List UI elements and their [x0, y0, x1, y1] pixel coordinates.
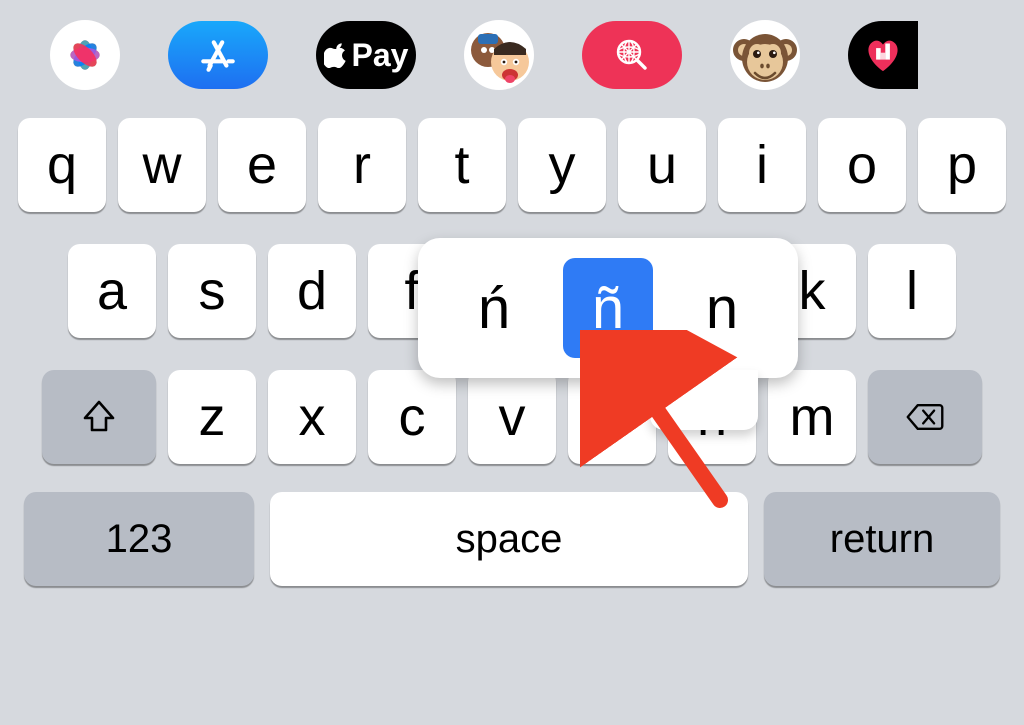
key-label: b [597, 386, 627, 448]
imessage-app-strip: Pay [0, 0, 1024, 110]
accent-character-popup: ń ñ n [418, 238, 798, 378]
key-r[interactable]: r [318, 118, 406, 212]
accent-option-n-tilde[interactable]: ñ [563, 258, 653, 358]
key-row-bottom: 123 space return [0, 492, 1024, 586]
accent-label: n [706, 275, 738, 342]
accent-option-n-plain[interactable]: n [677, 258, 767, 358]
key-label: x [299, 386, 326, 448]
key-row-3: z x c v b n m [0, 370, 1024, 464]
key-label: t [454, 134, 469, 196]
key-label: d [297, 260, 327, 322]
key-label: k [799, 260, 826, 322]
numeric-switch-key[interactable]: 123 [24, 492, 254, 586]
key-label: space [456, 517, 563, 562]
appstore-icon[interactable] [168, 21, 268, 89]
space-key[interactable]: space [270, 492, 748, 586]
key-label: r [353, 134, 371, 196]
key-c[interactable]: c [368, 370, 456, 464]
accent-label: ń [478, 275, 510, 342]
key-label: s [199, 260, 226, 322]
key-m[interactable]: m [768, 370, 856, 464]
key-x[interactable]: x [268, 370, 356, 464]
photos-icon[interactable] [50, 20, 120, 90]
accent-option-n-acute[interactable]: ń [449, 258, 539, 358]
key-l[interactable]: l [868, 244, 956, 338]
applepay-icon[interactable]: Pay [316, 21, 416, 89]
key-label: y [549, 134, 576, 196]
shift-icon [79, 397, 119, 437]
key-t[interactable]: t [418, 118, 506, 212]
key-label: return [830, 517, 935, 562]
key-label: a [97, 260, 127, 322]
key-label: v [499, 386, 526, 448]
memoji-icon[interactable] [464, 20, 534, 90]
return-key[interactable]: return [764, 492, 1000, 586]
key-s[interactable]: s [168, 244, 256, 338]
images-search-icon[interactable] [582, 21, 682, 89]
key-o[interactable]: o [818, 118, 906, 212]
key-row-1: q w e r t y u i o p [0, 118, 1024, 212]
key-u[interactable]: u [618, 118, 706, 212]
key-label: m [790, 386, 835, 448]
accent-label: ñ [592, 275, 624, 342]
applepay-label: Pay [352, 37, 409, 74]
key-z[interactable]: z [168, 370, 256, 464]
key-label: l [906, 260, 918, 322]
key-label: i [756, 134, 768, 196]
key-d[interactable]: d [268, 244, 356, 338]
key-p[interactable]: p [918, 118, 1006, 212]
key-label: z [199, 386, 226, 448]
key-label: q [47, 134, 77, 196]
key-label: o [847, 134, 877, 196]
key-i[interactable]: i [718, 118, 806, 212]
key-q[interactable]: q [18, 118, 106, 212]
key-v[interactable]: v [468, 370, 556, 464]
animoji-monkey-icon[interactable] [730, 20, 800, 90]
key-label: 123 [106, 517, 173, 562]
key-label: c [399, 386, 426, 448]
key-a[interactable]: a [68, 244, 156, 338]
key-w[interactable]: w [118, 118, 206, 212]
key-b[interactable]: b [568, 370, 656, 464]
key-e[interactable]: e [218, 118, 306, 212]
backspace-icon [905, 397, 945, 437]
shift-key[interactable] [42, 370, 156, 464]
key-label: w [143, 134, 182, 196]
delete-key[interactable] [868, 370, 982, 464]
key-label: e [247, 134, 277, 196]
key-y[interactable]: y [518, 118, 606, 212]
health-icon[interactable] [848, 21, 918, 89]
key-label: u [647, 134, 677, 196]
key-label: p [947, 134, 977, 196]
